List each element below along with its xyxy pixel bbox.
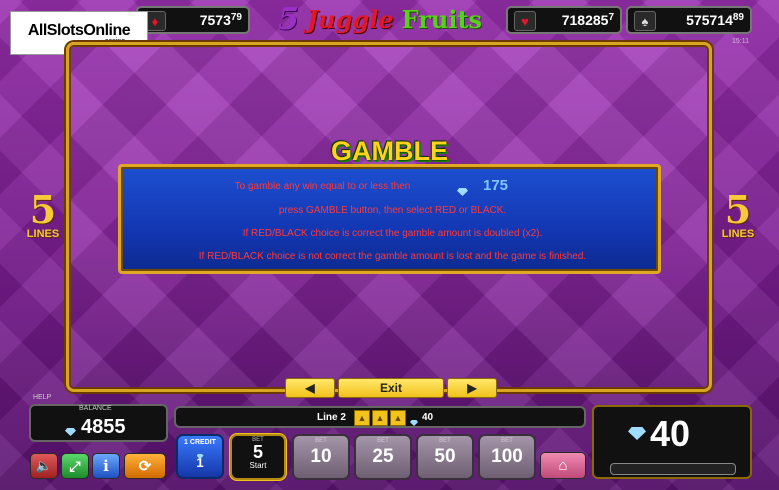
lines-badge-right: 5 LINES <box>714 187 762 241</box>
gamble-text-line-1: To gamble any win equal to or less then <box>234 181 411 192</box>
gamble-text-line-4: If RED/BLACK choice is not correct the g… <box>198 251 587 262</box>
fullscreen-icon: ⤢ <box>69 457 81 474</box>
autoplay-button[interactable]: ⟳ <box>124 453 166 479</box>
gamble-text-line-2: press GAMBLE button, then select RED or … <box>278 205 507 216</box>
jackpot-diamonds-cents: 79 <box>230 11 242 23</box>
lines-number-right: 5 <box>724 187 752 232</box>
bell-icon: ▲ <box>372 410 388 426</box>
jackpot-spades: ♠ 575714 89 <box>626 6 752 34</box>
balance-value: 4855 <box>81 416 126 438</box>
bet-option-tag: BET <box>377 438 389 444</box>
sound-button[interactable]: 🔈 <box>30 453 58 479</box>
jackpot-diamonds: ♦ 7573 79 <box>136 6 250 34</box>
bet-option-value: 10 <box>310 446 332 467</box>
balance-box: BALANCE 4855 <box>29 404 168 442</box>
win-box: 40 <box>592 405 752 479</box>
fullscreen-button[interactable]: ⤢ <box>61 453 89 479</box>
prev-page-button[interactable]: ◀ <box>285 378 335 398</box>
lines-number-left: 5 <box>29 187 57 232</box>
bet-option-tag: BET <box>315 438 327 444</box>
gamble-amount: 175 <box>483 177 509 194</box>
help-label[interactable]: HELP <box>33 394 51 401</box>
bet-option-button[interactable]: BET 25 <box>354 434 412 480</box>
exit-button[interactable]: Exit <box>338 378 444 398</box>
title-number: 5 <box>278 1 299 37</box>
win-progress-bar <box>610 463 736 475</box>
home-icon: ⌂ <box>558 457 568 474</box>
title-word-fruits: Fruits <box>401 4 483 34</box>
next-page-button[interactable]: ▶ <box>447 378 497 398</box>
line-info-bar: Line 2 ▲ ▲ ▲ 40 <box>174 406 586 428</box>
bet-option-value: 50 <box>434 446 456 467</box>
credit-gem-icon <box>178 446 222 459</box>
bet-option-button[interactable]: BET 100 <box>478 434 536 480</box>
heart-suit-icon: ♥ <box>514 11 536 31</box>
jackpot-hearts-value: 718285 <box>561 12 609 28</box>
bet-option-value: 25 <box>372 446 394 467</box>
clock: 15:11 <box>732 38 749 45</box>
jackpot-spades-cents: 89 <box>732 11 744 23</box>
win-value: 40 <box>650 413 691 454</box>
gamble-title: GAMBLE <box>331 136 448 166</box>
line-info-text: Line 2 <box>317 412 346 423</box>
spade-suit-icon: ♠ <box>634 11 656 31</box>
bet-option-button[interactable]: BET 10 <box>292 434 350 480</box>
sound-icon: 🔈 <box>35 458 53 473</box>
line-win-gem-icon <box>410 413 418 431</box>
lines-label-left: LINES <box>26 228 60 240</box>
gem-icon <box>457 183 468 201</box>
balance-label: BALANCE <box>79 405 112 412</box>
line-win-value: 40 <box>422 412 434 423</box>
bet-option-value: 100 <box>491 446 523 467</box>
bell-icon: ▲ <box>390 410 406 426</box>
bet-value: 5 <box>252 442 263 462</box>
game-title: 5 Juggle Fruits <box>278 1 483 37</box>
win-gem-icon <box>628 427 646 445</box>
bet-start-button[interactable]: BET 5 Start <box>230 434 286 480</box>
autoplay-icon: ⟳ <box>138 458 152 475</box>
credit-label: 1 CREDIT <box>184 439 216 446</box>
credit-button[interactable]: 1 CREDIT 1 <box>176 434 224 479</box>
jackpot-hearts-cents: 7 <box>608 11 614 23</box>
gamble-info-box: To gamble any win equal to or less then … <box>118 164 661 274</box>
title-word-juggle: Juggle <box>306 4 394 34</box>
bet-option-tag: BET <box>501 438 513 444</box>
jackpot-hearts: ♥ 718285 7 <box>506 6 622 34</box>
lines-label-right: LINES <box>721 228 755 240</box>
home-button[interactable]: ⌂ <box>540 452 586 479</box>
bet-option-tag: BET <box>439 438 451 444</box>
lines-badge-left: 5 LINES <box>19 187 67 241</box>
bell-icon: ▲ <box>354 410 370 426</box>
info-icon: i <box>103 457 109 475</box>
info-button[interactable]: i <box>92 453 120 479</box>
jackpot-spades-value: 575714 <box>686 12 733 28</box>
jackpot-diamonds-value: 7573 <box>199 12 231 28</box>
bet-sub: Start <box>249 461 267 470</box>
balance-gem-icon <box>65 423 76 441</box>
gamble-text-line-3: If RED/BLACK choice is correct the gambl… <box>242 228 543 239</box>
bet-option-button[interactable]: BET 50 <box>416 434 474 480</box>
